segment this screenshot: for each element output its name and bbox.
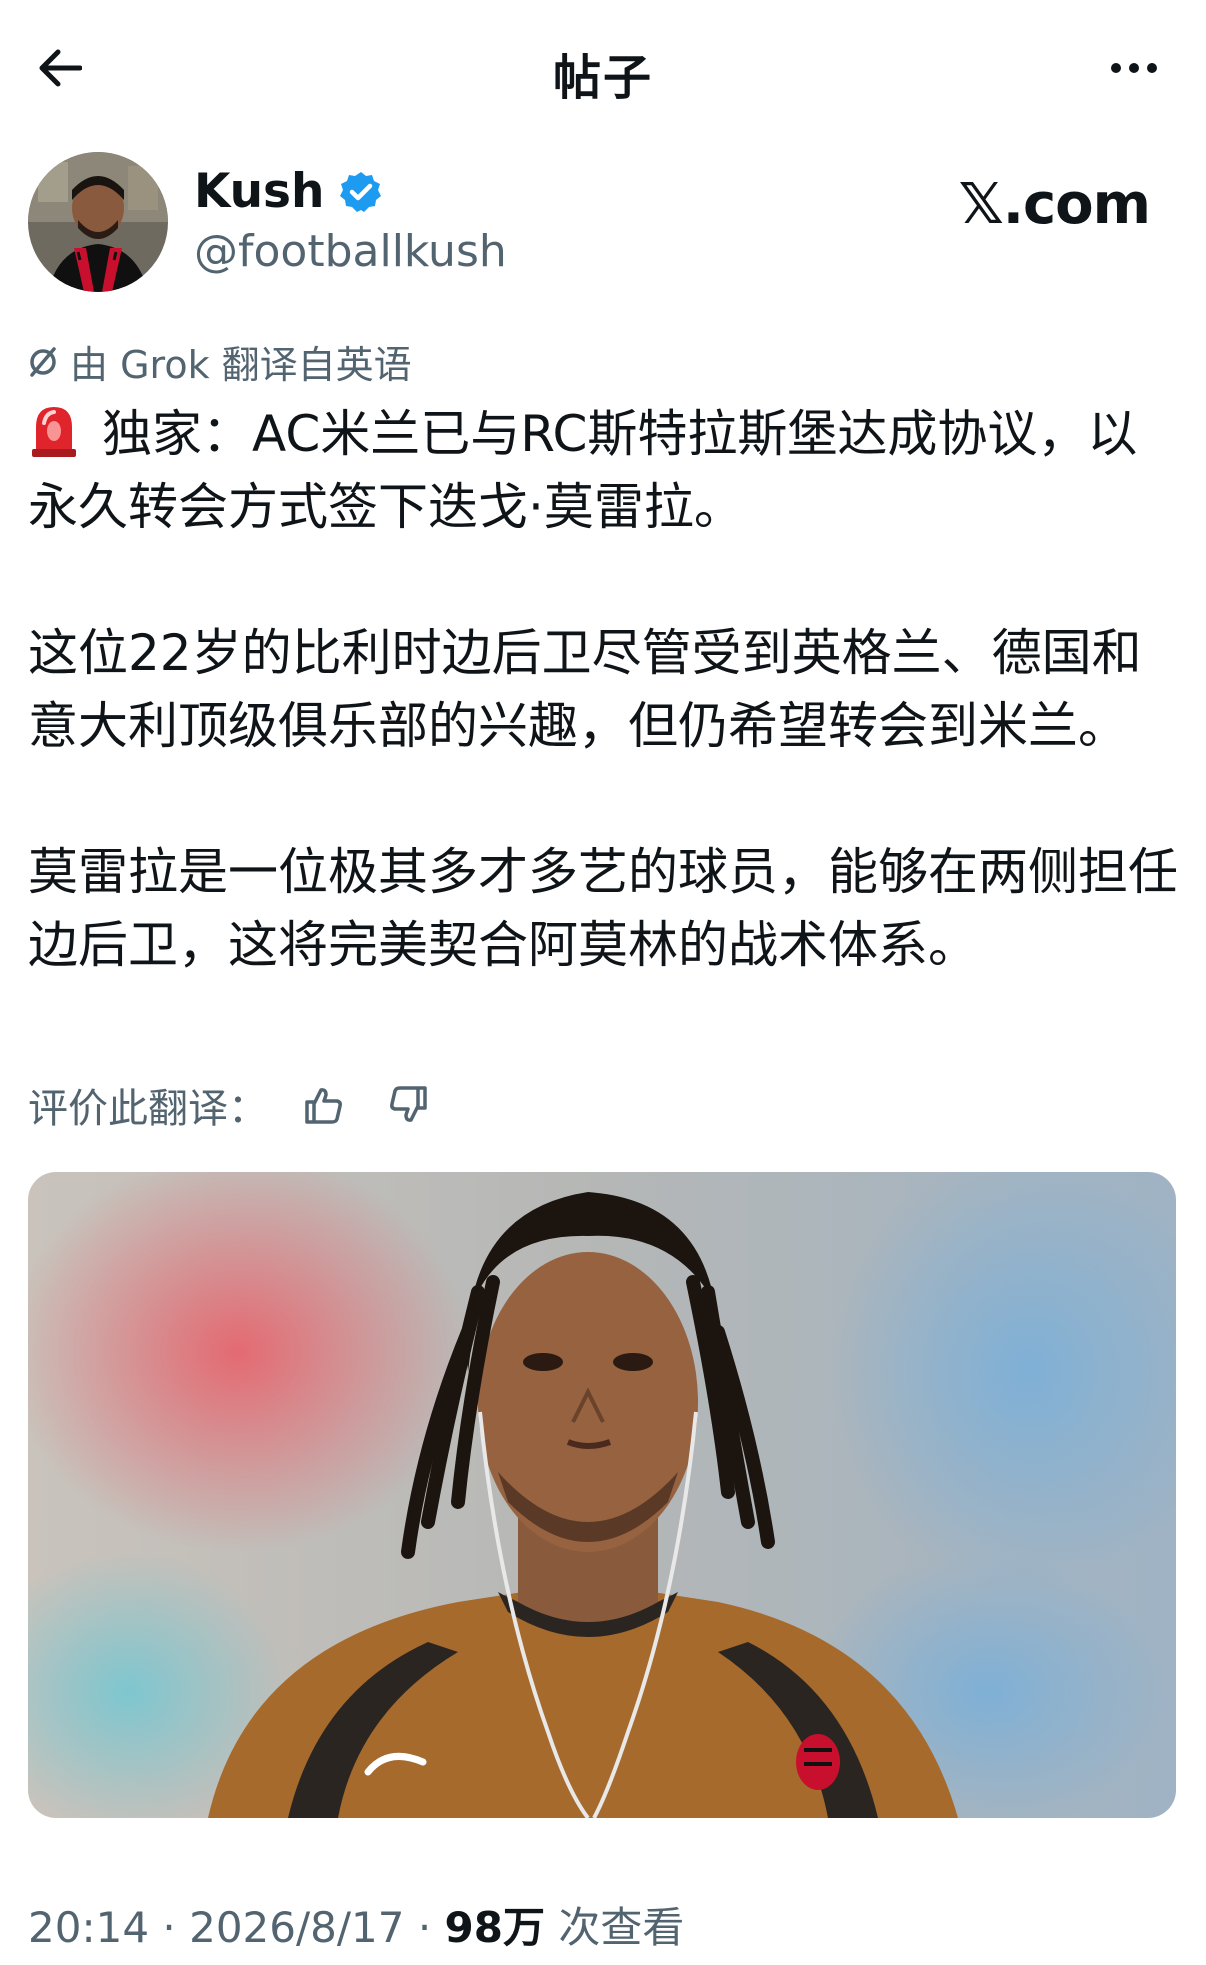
rate-translation-row: 评价此翻译： bbox=[28, 1076, 436, 1134]
post-time: 20:14 bbox=[28, 1903, 150, 1952]
post-text: 独家：AC米兰已与RC斯特拉斯堡达成协议，以永久转会方式签下迭戈·莫雷拉。 这位… bbox=[28, 398, 1178, 982]
meta-separator: · bbox=[149, 1903, 190, 1952]
translate-icon bbox=[30, 346, 56, 377]
thumbs-down-button[interactable] bbox=[380, 1077, 436, 1133]
views-count[interactable]: 98万 bbox=[445, 1903, 545, 1952]
top-bar: 帖子 bbox=[0, 0, 1206, 130]
post-meta: 20:14 · 2026/8/17 · 98万 次查看 bbox=[28, 1894, 684, 1955]
avatar[interactable] bbox=[28, 152, 168, 292]
verified-badge-icon bbox=[339, 171, 381, 212]
meta-separator: · bbox=[404, 1903, 445, 1952]
avatar-image bbox=[28, 152, 168, 292]
author-name-text: Kush bbox=[194, 164, 325, 219]
post-paragraph-3: 莫雷拉是一位极其多才多艺的球员，能够在两侧担任边后卫，这将完美契合阿莫林的战术体… bbox=[28, 843, 1178, 974]
author-name[interactable]: Kush bbox=[194, 164, 383, 219]
views-label: 次查看 bbox=[558, 1903, 685, 1952]
post-date: 2026/8/17 bbox=[189, 1903, 405, 1952]
more-icon bbox=[1111, 63, 1157, 73]
rate-translation-label: 评价此翻译： bbox=[28, 1086, 268, 1132]
page-title: 帖子 bbox=[552, 50, 653, 106]
player-photo bbox=[28, 1172, 1176, 1818]
translation-note: 由 Grok 翻译自英语 bbox=[28, 334, 412, 389]
thumbs-up-button[interactable] bbox=[296, 1077, 352, 1133]
post-paragraph-1: 独家：AC米兰已与RC斯特拉斯堡达成协议，以永久转会方式签下迭戈·莫雷拉。 bbox=[28, 398, 1178, 544]
more-options-button[interactable] bbox=[1098, 42, 1170, 94]
thumbs-down-icon bbox=[390, 1086, 427, 1122]
author-handle[interactable]: @footballkush bbox=[194, 226, 507, 277]
post-image[interactable] bbox=[28, 1172, 1176, 1818]
translation-note-text: 由 Grok 翻译自英语 bbox=[70, 343, 412, 387]
siren-icon bbox=[32, 407, 76, 457]
post-paragraph-1-text: 独家：AC米兰已与RC斯特拉斯堡达成协议，以永久转会方式签下迭戈·莫雷拉。 bbox=[28, 405, 1138, 536]
x-logo: 𝕏.com bbox=[958, 172, 1151, 237]
post-paragraph-2: 这位22岁的比利时边后卫尽管受到英格兰、德国和意大利顶级俱乐部的兴趣，但仍希望转… bbox=[28, 624, 1142, 755]
thumbs-up-icon bbox=[305, 1088, 342, 1124]
